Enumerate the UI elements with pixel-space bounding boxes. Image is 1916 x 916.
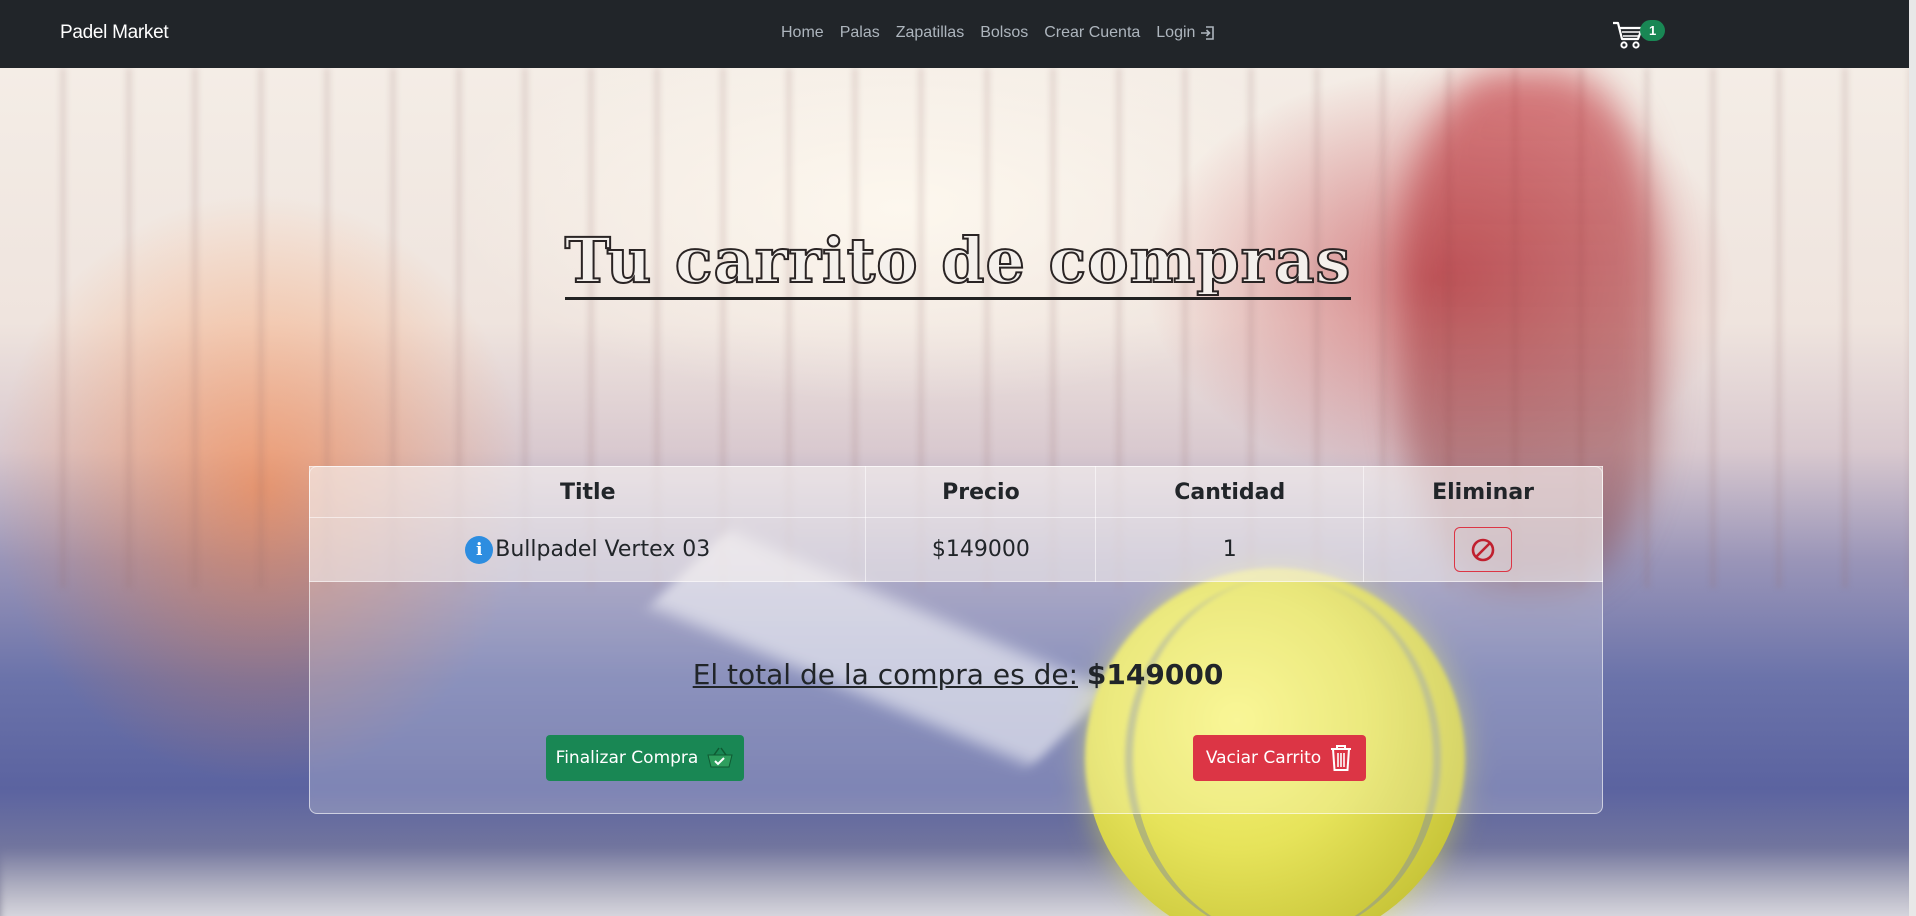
nav-link-bolsos[interactable]: Bolsos: [980, 24, 1028, 42]
nav-link-login-label: Login: [1156, 24, 1196, 41]
column-header-precio: Precio: [865, 466, 1097, 518]
basket-check-icon: [707, 747, 733, 768]
navbar: Padel Market Home Palas Zapatillas Bolso…: [0, 0, 1916, 68]
cart-icon[interactable]: [1612, 20, 1644, 50]
product-name: Bullpadel Vertex 03: [495, 537, 711, 562]
total-label: El total de la compra es de:: [692, 658, 1079, 691]
column-header-eliminar: Eliminar: [1363, 466, 1603, 518]
order-total: El total de la compra es de: $149000: [0, 658, 1916, 691]
table-row: i Bullpadel Vertex 03 $149000 1: [308, 517, 1603, 582]
cart-count-badge: 1: [1640, 19, 1666, 41]
brand-logo[interactable]: Padel Market: [60, 22, 169, 44]
background-floor: [0, 848, 1916, 916]
nav-link-zapatillas[interactable]: Zapatillas: [896, 24, 964, 42]
cell-delete: [1363, 517, 1603, 582]
nav-links: Home Palas Zapatillas Bolsos Crear Cuent…: [781, 24, 1232, 42]
empty-cart-label: Vaciar Carrito: [1205, 748, 1322, 768]
delete-item-button[interactable]: [1454, 527, 1513, 572]
product-title: i Bullpadel Vertex 03: [465, 535, 711, 564]
page-title-wrapper: Tu carrito de compras: [0, 224, 1916, 300]
column-header-cantidad: Cantidad: [1095, 466, 1365, 518]
trash-icon: [1331, 745, 1352, 771]
table-header-row: Title Precio Cantidad Eliminar: [308, 466, 1603, 518]
cell-price: $149000: [865, 517, 1097, 582]
empty-cart-button[interactable]: Vaciar Carrito: [1193, 735, 1366, 781]
prohibited-icon: [1471, 538, 1495, 561]
info-icon[interactable]: i: [465, 535, 494, 564]
scrollbar[interactable]: [1909, 0, 1916, 916]
cart-widget[interactable]: 1: [1612, 19, 1666, 50]
column-header-title: Title: [308, 466, 867, 518]
cell-title: i Bullpadel Vertex 03: [308, 517, 867, 582]
nav-link-home[interactable]: Home: [781, 24, 824, 42]
cart-table: Title Precio Cantidad Eliminar i Bullpad…: [308, 466, 1603, 582]
nav-link-login[interactable]: Login: [1156, 24, 1216, 42]
nav-link-palas[interactable]: Palas: [840, 24, 880, 42]
finish-purchase-button[interactable]: Finalizar Compra: [546, 735, 744, 781]
page-title: Tu carrito de compras: [564, 224, 1352, 300]
login-icon: [1201, 26, 1215, 40]
cell-quantity: 1: [1095, 517, 1365, 582]
nav-link-crear-cuenta[interactable]: Crear Cuenta: [1044, 24, 1140, 42]
total-amount: $149000: [1086, 658, 1224, 691]
finish-purchase-label: Finalizar Compra: [555, 748, 699, 768]
